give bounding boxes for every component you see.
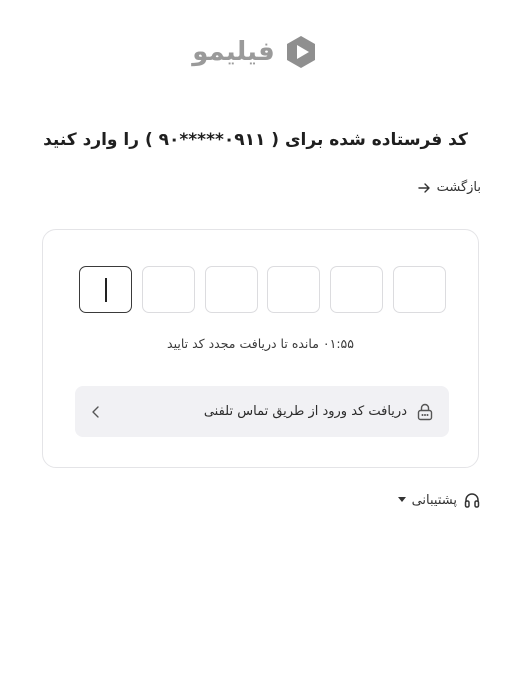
resend-timer: ۰۱:۵۵ مانده تا دریافت مجدد کد تایید bbox=[167, 336, 354, 351]
phone-call-label: دریافت کد ورود از طریق تماس تلفنی bbox=[203, 404, 407, 419]
phone-call-option[interactable]: دریافت کد ورود از طریق تماس تلفنی bbox=[75, 386, 449, 437]
brand-name: فیلیمو bbox=[192, 37, 275, 67]
back-label: بازگشت bbox=[436, 180, 481, 195]
otp-digit-4[interactable] bbox=[267, 266, 321, 313]
text-caret bbox=[105, 278, 107, 302]
play-hexagon-icon bbox=[286, 36, 315, 68]
otp-card: ۰۱:۵۵ مانده تا دریافت مجدد کد تایید دریا… bbox=[42, 229, 479, 468]
otp-digit-5[interactable] bbox=[330, 266, 384, 313]
caret-down-icon bbox=[397, 497, 406, 502]
otp-digit-6[interactable] bbox=[392, 266, 446, 313]
otp-digit-2[interactable] bbox=[141, 266, 195, 313]
headphones-icon bbox=[464, 493, 480, 508]
otp-digit-1[interactable] bbox=[79, 266, 132, 313]
chevron-left-icon bbox=[92, 405, 99, 418]
support-label: پشتیبانی bbox=[411, 492, 457, 508]
page-title: کد فرستاده شده برای ( ۰۹۱۱*****۹۰ ) را و… bbox=[43, 130, 468, 150]
otp-inputs bbox=[79, 266, 446, 313]
otp-digit-3[interactable] bbox=[204, 266, 258, 313]
back-button[interactable]: بازگشت bbox=[417, 180, 481, 195]
lock-icon bbox=[417, 403, 433, 420]
arrow-right-icon bbox=[417, 182, 430, 193]
brand-logo: فیلیمو bbox=[0, 34, 511, 70]
support-menu[interactable]: پشتیبانی bbox=[397, 491, 481, 509]
